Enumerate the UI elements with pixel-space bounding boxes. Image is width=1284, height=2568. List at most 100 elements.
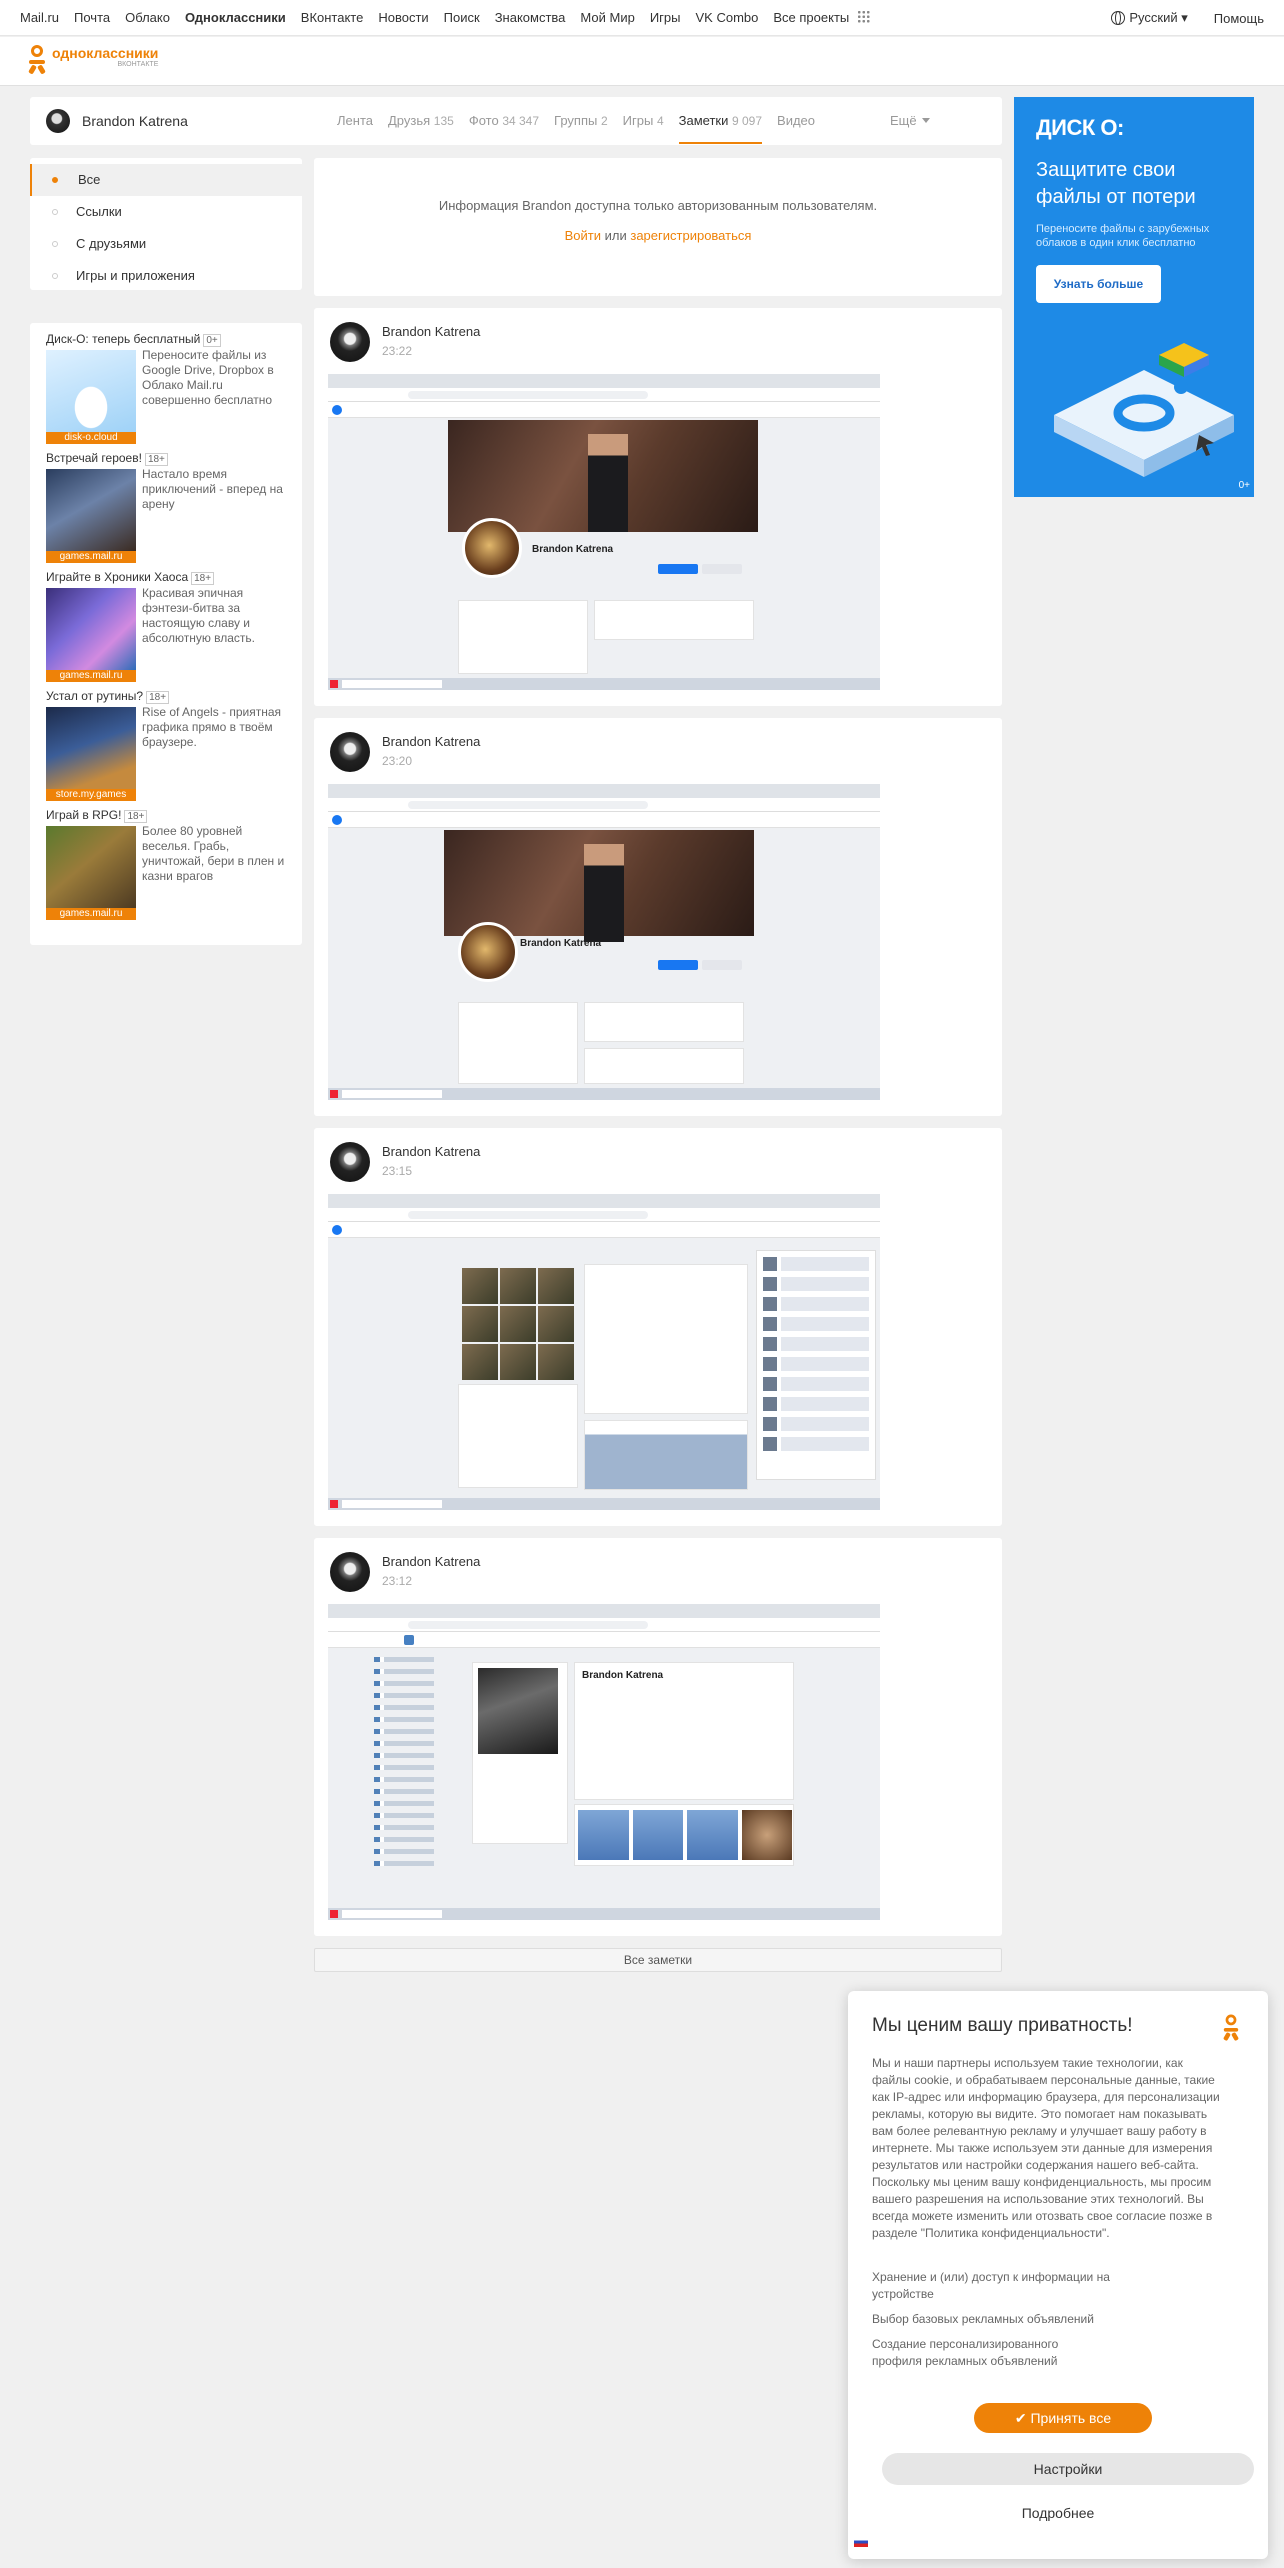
ad-title[interactable]: Играйте в Хроники Хаоса bbox=[46, 570, 188, 584]
tab-count: 135 bbox=[433, 114, 454, 128]
radio-dot-icon bbox=[52, 177, 58, 183]
post-author[interactable]: Brandon Katrena bbox=[382, 734, 480, 749]
ad-image[interactable] bbox=[46, 707, 136, 789]
post-author[interactable]: Brandon Katrena bbox=[382, 1554, 480, 1569]
ad-item[interactable]: Устал от рутины? 18+ store.my.games Rise … bbox=[46, 689, 286, 808]
logo-name: одноклассники bbox=[52, 45, 159, 61]
ad-title[interactable]: Устал от рутины? bbox=[46, 689, 143, 703]
tab-label: Фото bbox=[468, 113, 499, 128]
accept-label: Принять все bbox=[1030, 2410, 1112, 2426]
ad-item[interactable]: Играй в RPG! 18+ games.mail.ru Более 80 у… bbox=[46, 808, 286, 927]
post-author[interactable]: Brandon Katrena bbox=[382, 324, 480, 339]
post-author[interactable]: Brandon Katrena bbox=[382, 1144, 480, 1159]
avatar[interactable] bbox=[330, 732, 370, 772]
apps-grid-icon[interactable] bbox=[857, 10, 871, 23]
filter-games-apps[interactable]: Игры и приложения bbox=[30, 260, 302, 292]
ad-image[interactable] bbox=[46, 588, 136, 670]
age-badge: 18+ bbox=[146, 691, 170, 704]
ad-image[interactable] bbox=[46, 826, 136, 908]
post-time: 23:15 bbox=[382, 1164, 413, 1178]
portal-link-all-projects[interactable]: Все проекты bbox=[773, 10, 849, 25]
post-screenshot[interactable]: Brandon Katrena bbox=[328, 374, 880, 690]
portal-link-ok[interactable]: Одноклассники bbox=[185, 10, 286, 25]
header-bar: одноклассники ВКОНТАКТЕ bbox=[0, 37, 1284, 86]
ad-source[interactable]: games.mail.ru bbox=[46, 908, 136, 920]
banner-logo: ДИСК О: bbox=[1036, 115, 1124, 140]
portal-link-dating[interactable]: Знакомства bbox=[495, 10, 566, 25]
age-badge: 18+ bbox=[144, 453, 168, 466]
avatar[interactable] bbox=[330, 322, 370, 362]
tab-photos[interactable]: Фото 34 347 bbox=[469, 113, 539, 128]
help-link[interactable]: Помощь bbox=[1214, 11, 1264, 26]
tab-label: Видео bbox=[777, 113, 816, 128]
ok-logo[interactable]: одноклассники ВКОНТАКТЕ bbox=[28, 45, 158, 75]
filter-with-friends[interactable]: С друзьями bbox=[30, 228, 302, 260]
portal-link-myworld[interactable]: Мой Мир bbox=[580, 10, 634, 25]
profile-name[interactable]: Brandon Katrena bbox=[82, 113, 188, 129]
register-link[interactable]: зарегистрироваться bbox=[630, 228, 751, 243]
disk-o-banner[interactable]: ДИСК О: Защитите свои файлы от потери Пе… bbox=[1014, 97, 1254, 497]
avatar[interactable] bbox=[46, 109, 70, 133]
consent-option: Выбор базовых рекламных объявлений bbox=[872, 2312, 1094, 2326]
avatar[interactable] bbox=[330, 1552, 370, 1592]
ad-image[interactable] bbox=[46, 350, 136, 432]
ad-title[interactable]: Играй в RPG! bbox=[46, 808, 121, 822]
note-card: Brandon Katrena 23:15 bbox=[314, 1128, 1002, 1526]
profile-nav: Brandon Katrena Лента Друзья 135 Фото 34… bbox=[30, 97, 1002, 145]
ad-source[interactable]: games.mail.ru bbox=[46, 670, 136, 682]
ad-source[interactable]: games.mail.ru bbox=[46, 551, 136, 563]
portal-link-vkcombo[interactable]: VK Combo bbox=[696, 10, 759, 25]
age-badge: 18+ bbox=[124, 810, 148, 823]
learn-more-button[interactable]: Узнать больше bbox=[1036, 265, 1161, 303]
dialog-text: Мы и наши партнеры используем такие техн… bbox=[872, 2056, 1220, 2240]
ad-image[interactable] bbox=[46, 469, 136, 551]
tab-label: Группы bbox=[554, 113, 598, 128]
filter-links[interactable]: Ссылки bbox=[30, 196, 302, 228]
language-flag-icon[interactable] bbox=[854, 2537, 868, 2547]
more-details-link[interactable]: Подробнее bbox=[848, 2505, 1268, 2521]
feed-filter: Все Ссылки С друзьями Игры и приложения bbox=[30, 158, 302, 290]
logo-tagline: ВКОНТАКТЕ bbox=[117, 61, 159, 68]
tab-feed[interactable]: Лента bbox=[337, 113, 373, 128]
portal-link-games[interactable]: Игры bbox=[650, 10, 681, 25]
tab-games[interactable]: Игры 4 bbox=[623, 113, 664, 128]
ads-column: Диск-О: теперь бесплатный 0+ disk-o.cloud… bbox=[30, 323, 302, 945]
portal-link-mail[interactable]: Почта bbox=[74, 10, 110, 25]
post-screenshot[interactable]: Brandon Katrena bbox=[328, 1604, 880, 1920]
login-link[interactable]: Войти bbox=[565, 228, 601, 243]
portal-link-news[interactable]: Новости bbox=[378, 10, 428, 25]
post-screenshot[interactable]: Brandon Katrena bbox=[328, 784, 880, 1100]
tab-more[interactable]: Ещё bbox=[890, 113, 930, 128]
avatar[interactable] bbox=[330, 1142, 370, 1182]
radio-dot-icon bbox=[52, 273, 58, 279]
all-notes-button[interactable]: Все заметки bbox=[314, 1948, 1002, 1972]
accept-all-button[interactable]: ✔ Принять все bbox=[974, 2403, 1152, 2433]
tab-groups[interactable]: Группы 2 bbox=[554, 113, 608, 128]
ad-title[interactable]: Встречай героев! bbox=[46, 451, 142, 465]
chevron-down-icon bbox=[921, 118, 930, 123]
portal-link-mailru[interactable]: Mail.ru bbox=[20, 10, 59, 25]
post-screenshot[interactable] bbox=[328, 1194, 880, 1510]
ad-desc: Rise of Angels - приятная графика прямо … bbox=[142, 705, 282, 749]
portal-link-vk[interactable]: ВКонтакте bbox=[301, 10, 364, 25]
dialog-title: Мы ценим вашу приватность! bbox=[872, 2015, 1133, 2036]
tab-friends[interactable]: Друзья 135 bbox=[388, 113, 454, 128]
tab-notes[interactable]: Заметки 9 097 bbox=[678, 113, 763, 144]
settings-button[interactable]: Настройки bbox=[882, 2453, 1254, 2485]
portal-link-cloud[interactable]: Облако bbox=[125, 10, 170, 25]
banner-subtext: Переносите файлы с зарубежных облаков в … bbox=[1036, 223, 1210, 249]
banner-headline: Защитите свои файлы от потери bbox=[1036, 159, 1196, 208]
ad-source[interactable]: store.my.games bbox=[46, 789, 136, 801]
age-badge: 18+ bbox=[191, 572, 215, 585]
portal-link-search[interactable]: Поиск bbox=[444, 10, 480, 25]
ad-item[interactable]: Играйте в Хроники Хаоса 18+ games.mail.ru… bbox=[46, 570, 286, 689]
ad-title[interactable]: Диск-О: теперь бесплатный bbox=[46, 332, 200, 346]
tab-video[interactable]: Видео bbox=[777, 113, 815, 128]
ad-desc: Красивая эпичная фэнтези-битва за настоя… bbox=[142, 586, 256, 645]
ad-item[interactable]: Диск-О: теперь бесплатный 0+ disk-o.cloud… bbox=[46, 332, 286, 451]
ad-item[interactable]: Встречай героев! 18+ games.mail.ru Настал… bbox=[46, 451, 286, 570]
radio-dot-icon bbox=[52, 209, 58, 215]
ad-source[interactable]: disk-o.cloud bbox=[46, 432, 136, 444]
language-selector[interactable]: Русский ▾ bbox=[1111, 10, 1188, 26]
filter-all[interactable]: Все bbox=[30, 164, 302, 196]
